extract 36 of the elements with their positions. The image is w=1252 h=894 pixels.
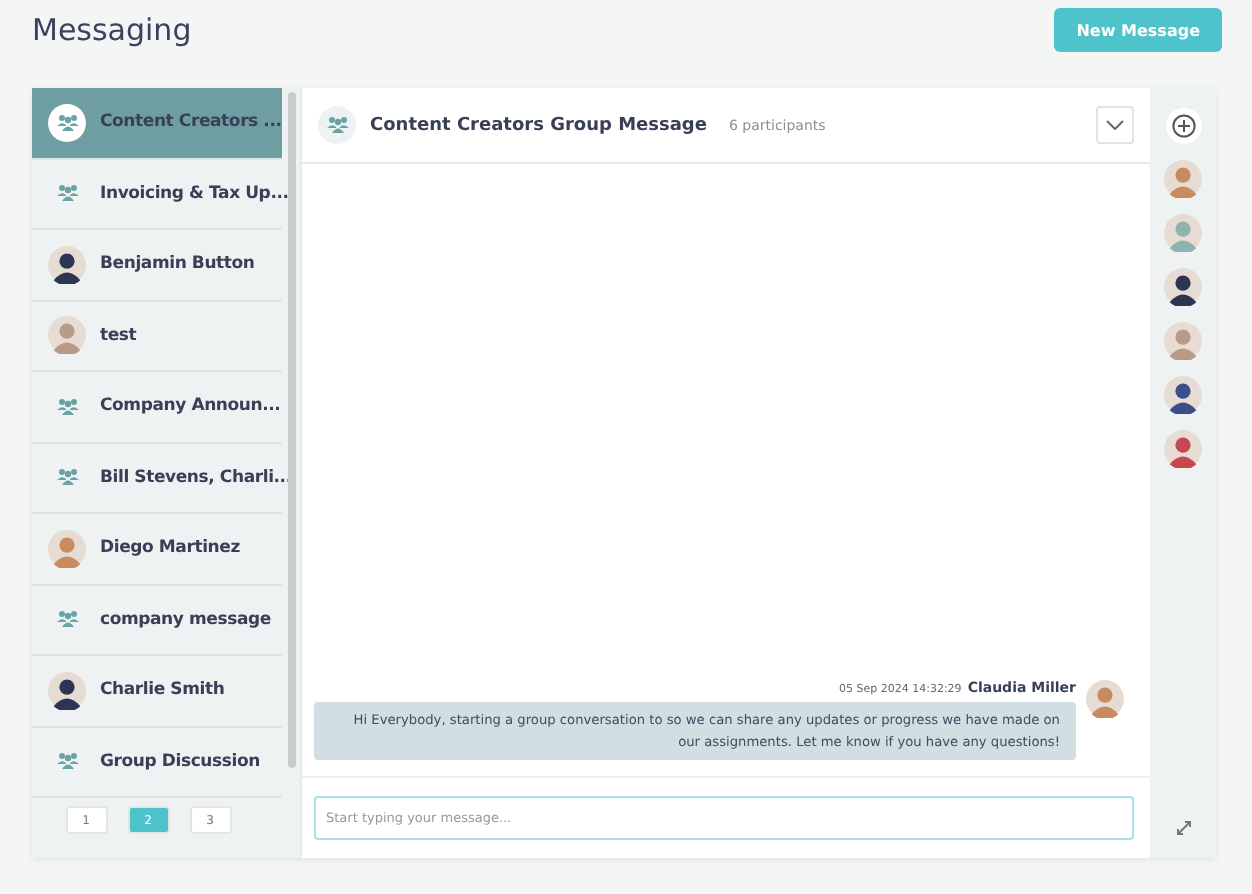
conversation-name: Group Discussion: [100, 751, 260, 772]
conversation-name: Benjamin Button: [100, 254, 255, 275]
conversation-name: company message: [100, 609, 271, 630]
avatar-icon: [48, 316, 86, 355]
chevron-down-icon: [1106, 120, 1124, 130]
page-title: Messaging: [32, 12, 192, 48]
people-icon: [55, 752, 79, 771]
avatar-icon: [1086, 680, 1124, 718]
avatar-icon: [48, 529, 86, 568]
people-icon: [55, 113, 79, 132]
avatar-icon: [48, 245, 86, 284]
people-icon: [55, 468, 79, 487]
avatar-icon: [1164, 214, 1202, 252]
conversation-name: test: [100, 325, 137, 346]
avatar-icon: [48, 671, 86, 710]
conversation-item[interactable]: Group Discussion: [32, 727, 282, 798]
people-icon: [55, 397, 79, 416]
conversation-name: Diego Martinez: [100, 538, 240, 559]
avatar-icon: [1164, 376, 1202, 414]
avatar-icon: [1164, 430, 1202, 468]
dropdown-button[interactable]: [1096, 106, 1134, 144]
conversation-item[interactable]: test: [32, 301, 282, 372]
conversation-name: Company Announ...: [100, 396, 281, 417]
people-icon: [325, 116, 349, 134]
people-icon: [55, 184, 79, 203]
expand-icon[interactable]: [1176, 820, 1192, 836]
people-icon: [55, 610, 79, 629]
conversation-title: Content Creators Group Message: [370, 115, 707, 135]
conversation-item[interactable]: company message: [32, 585, 282, 656]
avatar-icon: [1164, 160, 1202, 198]
plus-icon: [1171, 114, 1195, 138]
avatar-icon: [1164, 268, 1202, 306]
conversation-name: Content Creators ...: [100, 112, 282, 133]
add-participant-button[interactable]: [1165, 108, 1201, 144]
avatar-icon: [1164, 322, 1202, 360]
conversation-name: Charlie Smith: [100, 680, 225, 701]
